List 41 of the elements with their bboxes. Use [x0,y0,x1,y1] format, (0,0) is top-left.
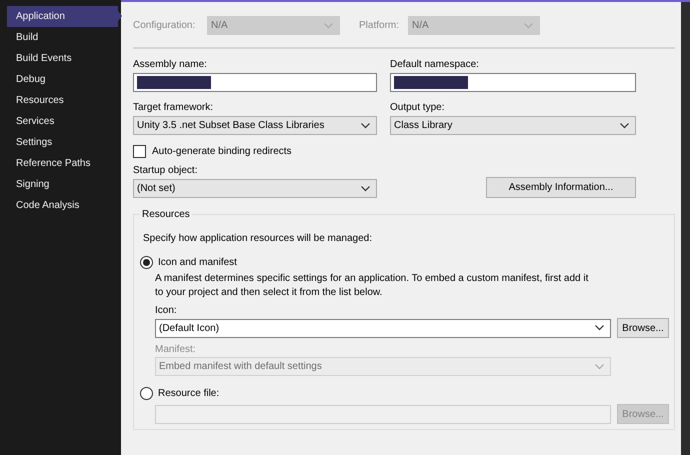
caret-icon [595,325,604,331]
assembly-information-button[interactable]: Assembly Information... [486,177,636,198]
field-label: Configuration: [133,20,196,31]
caret-icon [324,22,333,28]
field-label: Output type: [390,101,446,115]
sidebar-item[interactable]: Resources [7,90,118,111]
sidebar-item[interactable]: Settings [7,132,118,153]
radio-label: Icon and manifest [158,256,237,268]
radio-button[interactable] [140,386,153,400]
radio-label: Resource file: [158,388,220,398]
sidebar-item[interactable]: Code Analysis [7,195,118,216]
text-field[interactable] [133,73,377,92]
field-label: Default namespace: [390,58,480,72]
dropdown[interactable]: Class Library [390,116,636,135]
manifest-note: A manifest determines specific settings for an application. To embed a custom manifest, first add it to your project and then select it from the list below. [155,272,590,300]
field-label: Manifest: [155,343,197,357]
browse-button[interactable]: Browse... [617,318,669,338]
sidebar-item[interactable]: Debug [7,69,118,90]
caret-icon [524,22,533,28]
caret-icon [595,364,604,370]
field-label: Target framework: [133,101,214,115]
field-label: Assembly name: [133,58,208,72]
dropdown[interactable]: Unity 3.5 .net Subset Base Class Libraries [133,116,377,135]
sidebar-item[interactable]: Services [7,111,118,132]
caret-icon [361,186,370,192]
field-label: Icon: [155,304,178,318]
field-label: Platform: [359,20,400,31]
radio-button[interactable] [140,256,153,268]
caret-icon [361,122,370,128]
sidebar-item[interactable]: Build [7,27,118,48]
caret-icon [620,122,629,128]
checkbox-label: Auto-generate binding redirects [152,146,292,156]
sidebar-item[interactable]: Reference Paths [7,153,118,174]
sidebar-item[interactable]: Build Events [7,48,118,69]
description-text: Specify how application resources will be managed: [143,232,374,246]
sidebar-item[interactable]: Signing [7,174,118,195]
checkbox[interactable] [133,144,146,158]
dropdown[interactable]: (Not set) [133,179,377,198]
text-field[interactable] [390,73,636,92]
field-label: Startup object: [133,164,198,178]
dropdown[interactable]: (Default Icon) [155,318,611,338]
